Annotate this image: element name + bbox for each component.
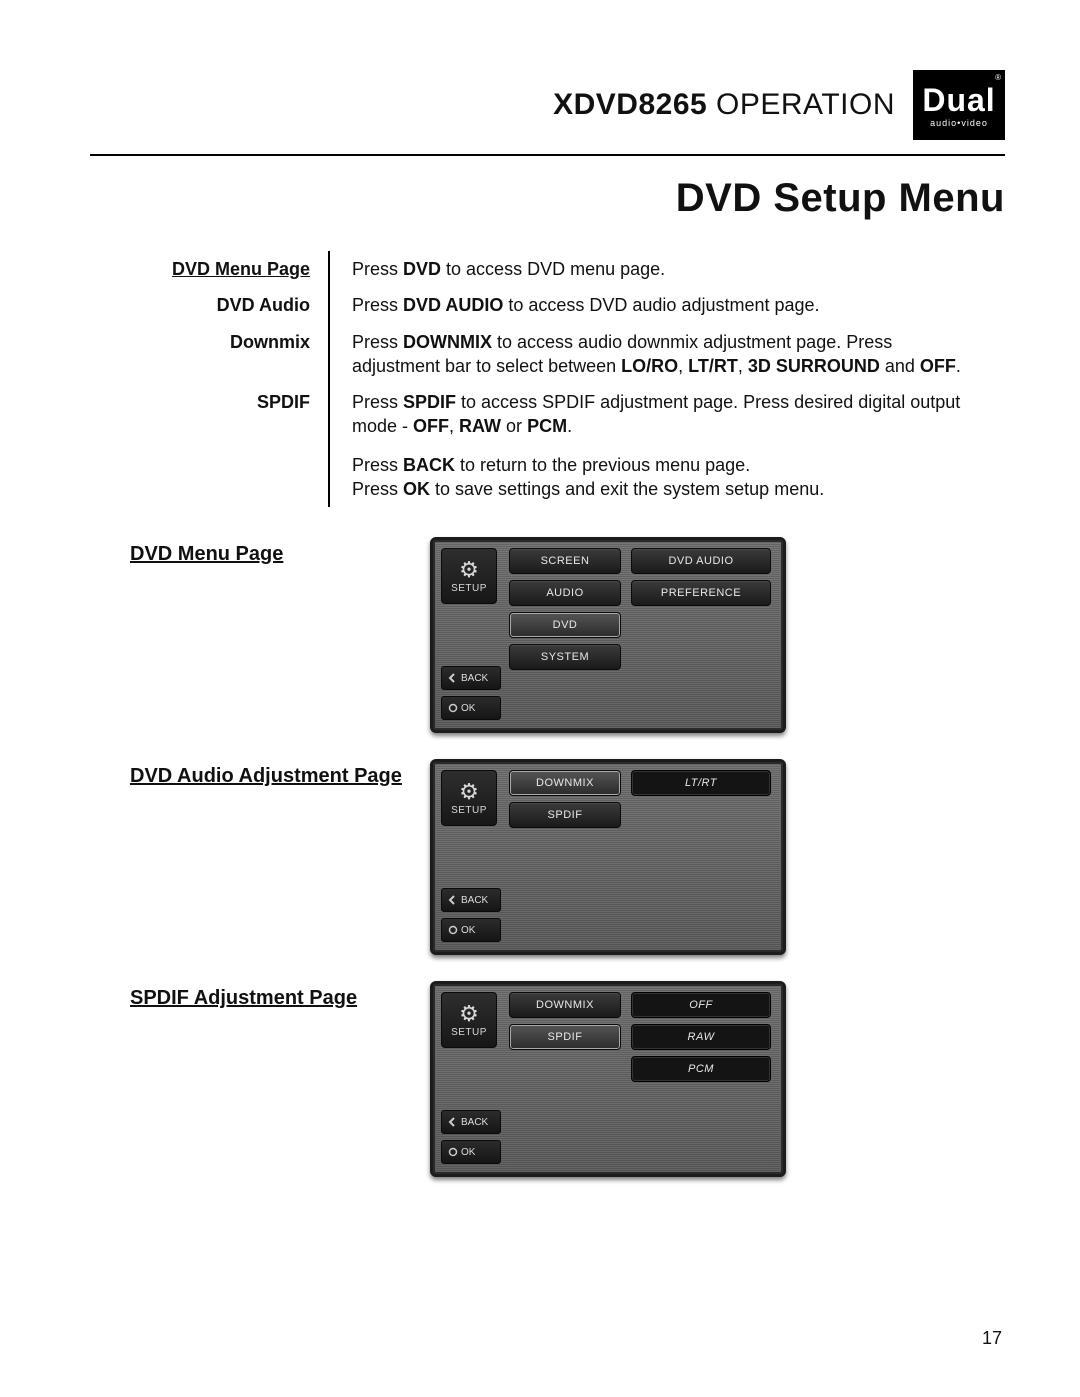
value-item[interactable]: LT/RT	[631, 770, 771, 796]
ok-button[interactable]: OK	[441, 1140, 501, 1164]
setup-button[interactable]: ⚙ SETUP	[441, 770, 497, 826]
menu-item[interactable]: DVD	[509, 612, 621, 638]
figure-caption: DVD Menu Page	[130, 537, 430, 566]
menu-column-1: DOWNMIX SPDIF	[509, 992, 621, 1050]
header-word-text: OPERATION	[716, 88, 895, 121]
section-title: DVD Setup Menu	[90, 176, 1005, 221]
registered-mark: ®	[995, 73, 1001, 82]
setup-label: SETUP	[451, 583, 487, 594]
def-body: Press DVD AUDIO to access DVD audio adju…	[330, 287, 965, 323]
back-label: BACK	[461, 895, 488, 906]
menu-item[interactable]: DOWNMIX	[509, 992, 621, 1018]
ok-circle-icon	[448, 925, 458, 935]
back-label: BACK	[461, 1117, 488, 1128]
manual-page: XDVD8265 OPERATION ® Dual audio•video DV…	[0, 0, 1080, 1397]
header-title: XDVD8265 OPERATION	[553, 88, 895, 122]
page-number: 17	[982, 1328, 1002, 1349]
figure-caption: SPDIF Adjustment Page	[130, 981, 430, 1010]
back-button[interactable]: BACK	[441, 888, 501, 912]
header-rule	[90, 154, 1005, 156]
menu-column-2: LT/RT	[631, 770, 771, 796]
device-screen-spdif: ⚙ SETUP BACK OK DOWNMIX SPDIF OFF RAW PCM	[430, 981, 786, 1177]
back-arrow-icon	[448, 1117, 458, 1127]
model-number: XDVD8265	[553, 88, 707, 121]
def-label: DVD Audio	[130, 287, 330, 323]
menu-item[interactable]: AUDIO	[509, 580, 621, 606]
menu-item[interactable]: SPDIF	[509, 1024, 621, 1050]
menu-column-1: SCREEN AUDIO DVD SYSTEM	[509, 548, 621, 670]
def-label: SPDIF	[130, 384, 330, 507]
back-button[interactable]: BACK	[441, 666, 501, 690]
value-item[interactable]: OFF	[631, 992, 771, 1018]
value-item[interactable]: RAW	[631, 1024, 771, 1050]
def-body: Press SPDIF to access SPDIF adjustment p…	[330, 384, 965, 507]
brand-logo: ® Dual audio•video	[913, 70, 1005, 140]
ok-label: OK	[461, 1147, 475, 1158]
figure-dvd-menu: DVD Menu Page ⚙ SETUP BACK OK SCREEN AUDIO DV…	[130, 537, 965, 733]
setup-label: SETUP	[451, 805, 487, 816]
device-screen-dvd-menu: ⚙ SETUP BACK OK SCREEN AUDIO DVD SYSTEM DVD AUD…	[430, 537, 786, 733]
figure-spdif: SPDIF Adjustment Page ⚙ SETUP BACK OK DOWNM…	[130, 981, 965, 1177]
menu-column-2: OFF RAW PCM	[631, 992, 771, 1082]
ok-button[interactable]: OK	[441, 696, 501, 720]
def-body: Press DVD to access DVD menu page.	[330, 251, 965, 287]
ok-circle-icon	[448, 703, 458, 713]
brand-logo-text: Dual	[922, 84, 995, 116]
setup-button[interactable]: ⚙ SETUP	[441, 992, 497, 1048]
gear-icon: ⚙	[459, 559, 479, 581]
page-header: XDVD8265 OPERATION ® Dual audio•video	[90, 70, 1005, 140]
back-button[interactable]: BACK	[441, 1110, 501, 1134]
definition-list: DVD Menu PagePress DVD to access DVD men…	[130, 251, 965, 507]
def-label: DVD Menu Page	[130, 251, 330, 287]
device-screen-dvd-audio: ⚙ SETUP BACK OK DOWNMIX SPDIF LT/RT	[430, 759, 786, 955]
ok-label: OK	[461, 703, 475, 714]
value-item[interactable]: PCM	[631, 1056, 771, 1082]
menu-item[interactable]: DOWNMIX	[509, 770, 621, 796]
ok-label: OK	[461, 925, 475, 936]
gear-icon: ⚙	[459, 781, 479, 803]
def-body: Press DOWNMIX to access audio downmix ad…	[330, 324, 965, 385]
menu-item[interactable]: SCREEN	[509, 548, 621, 574]
menu-column-2: DVD AUDIO PREFERENCE	[631, 548, 771, 606]
ok-button[interactable]: OK	[441, 918, 501, 942]
figure-caption: DVD Audio Adjustment Page	[130, 759, 430, 788]
submenu-item[interactable]: DVD AUDIO	[631, 548, 771, 574]
menu-column-1: DOWNMIX SPDIF	[509, 770, 621, 828]
gear-icon: ⚙	[459, 1003, 479, 1025]
menu-item[interactable]: SPDIF	[509, 802, 621, 828]
back-label: BACK	[461, 673, 488, 684]
def-label: Downmix	[130, 324, 330, 385]
submenu-item[interactable]: PREFERENCE	[631, 580, 771, 606]
setup-button[interactable]: ⚙ SETUP	[441, 548, 497, 604]
brand-logo-sub: audio•video	[930, 118, 988, 128]
back-arrow-icon	[448, 895, 458, 905]
figure-dvd-audio: DVD Audio Adjustment Page ⚙ SETUP BACK OK D…	[130, 759, 965, 955]
menu-item[interactable]: SYSTEM	[509, 644, 621, 670]
ok-circle-icon	[448, 1147, 458, 1157]
back-arrow-icon	[448, 673, 458, 683]
setup-label: SETUP	[451, 1027, 487, 1038]
